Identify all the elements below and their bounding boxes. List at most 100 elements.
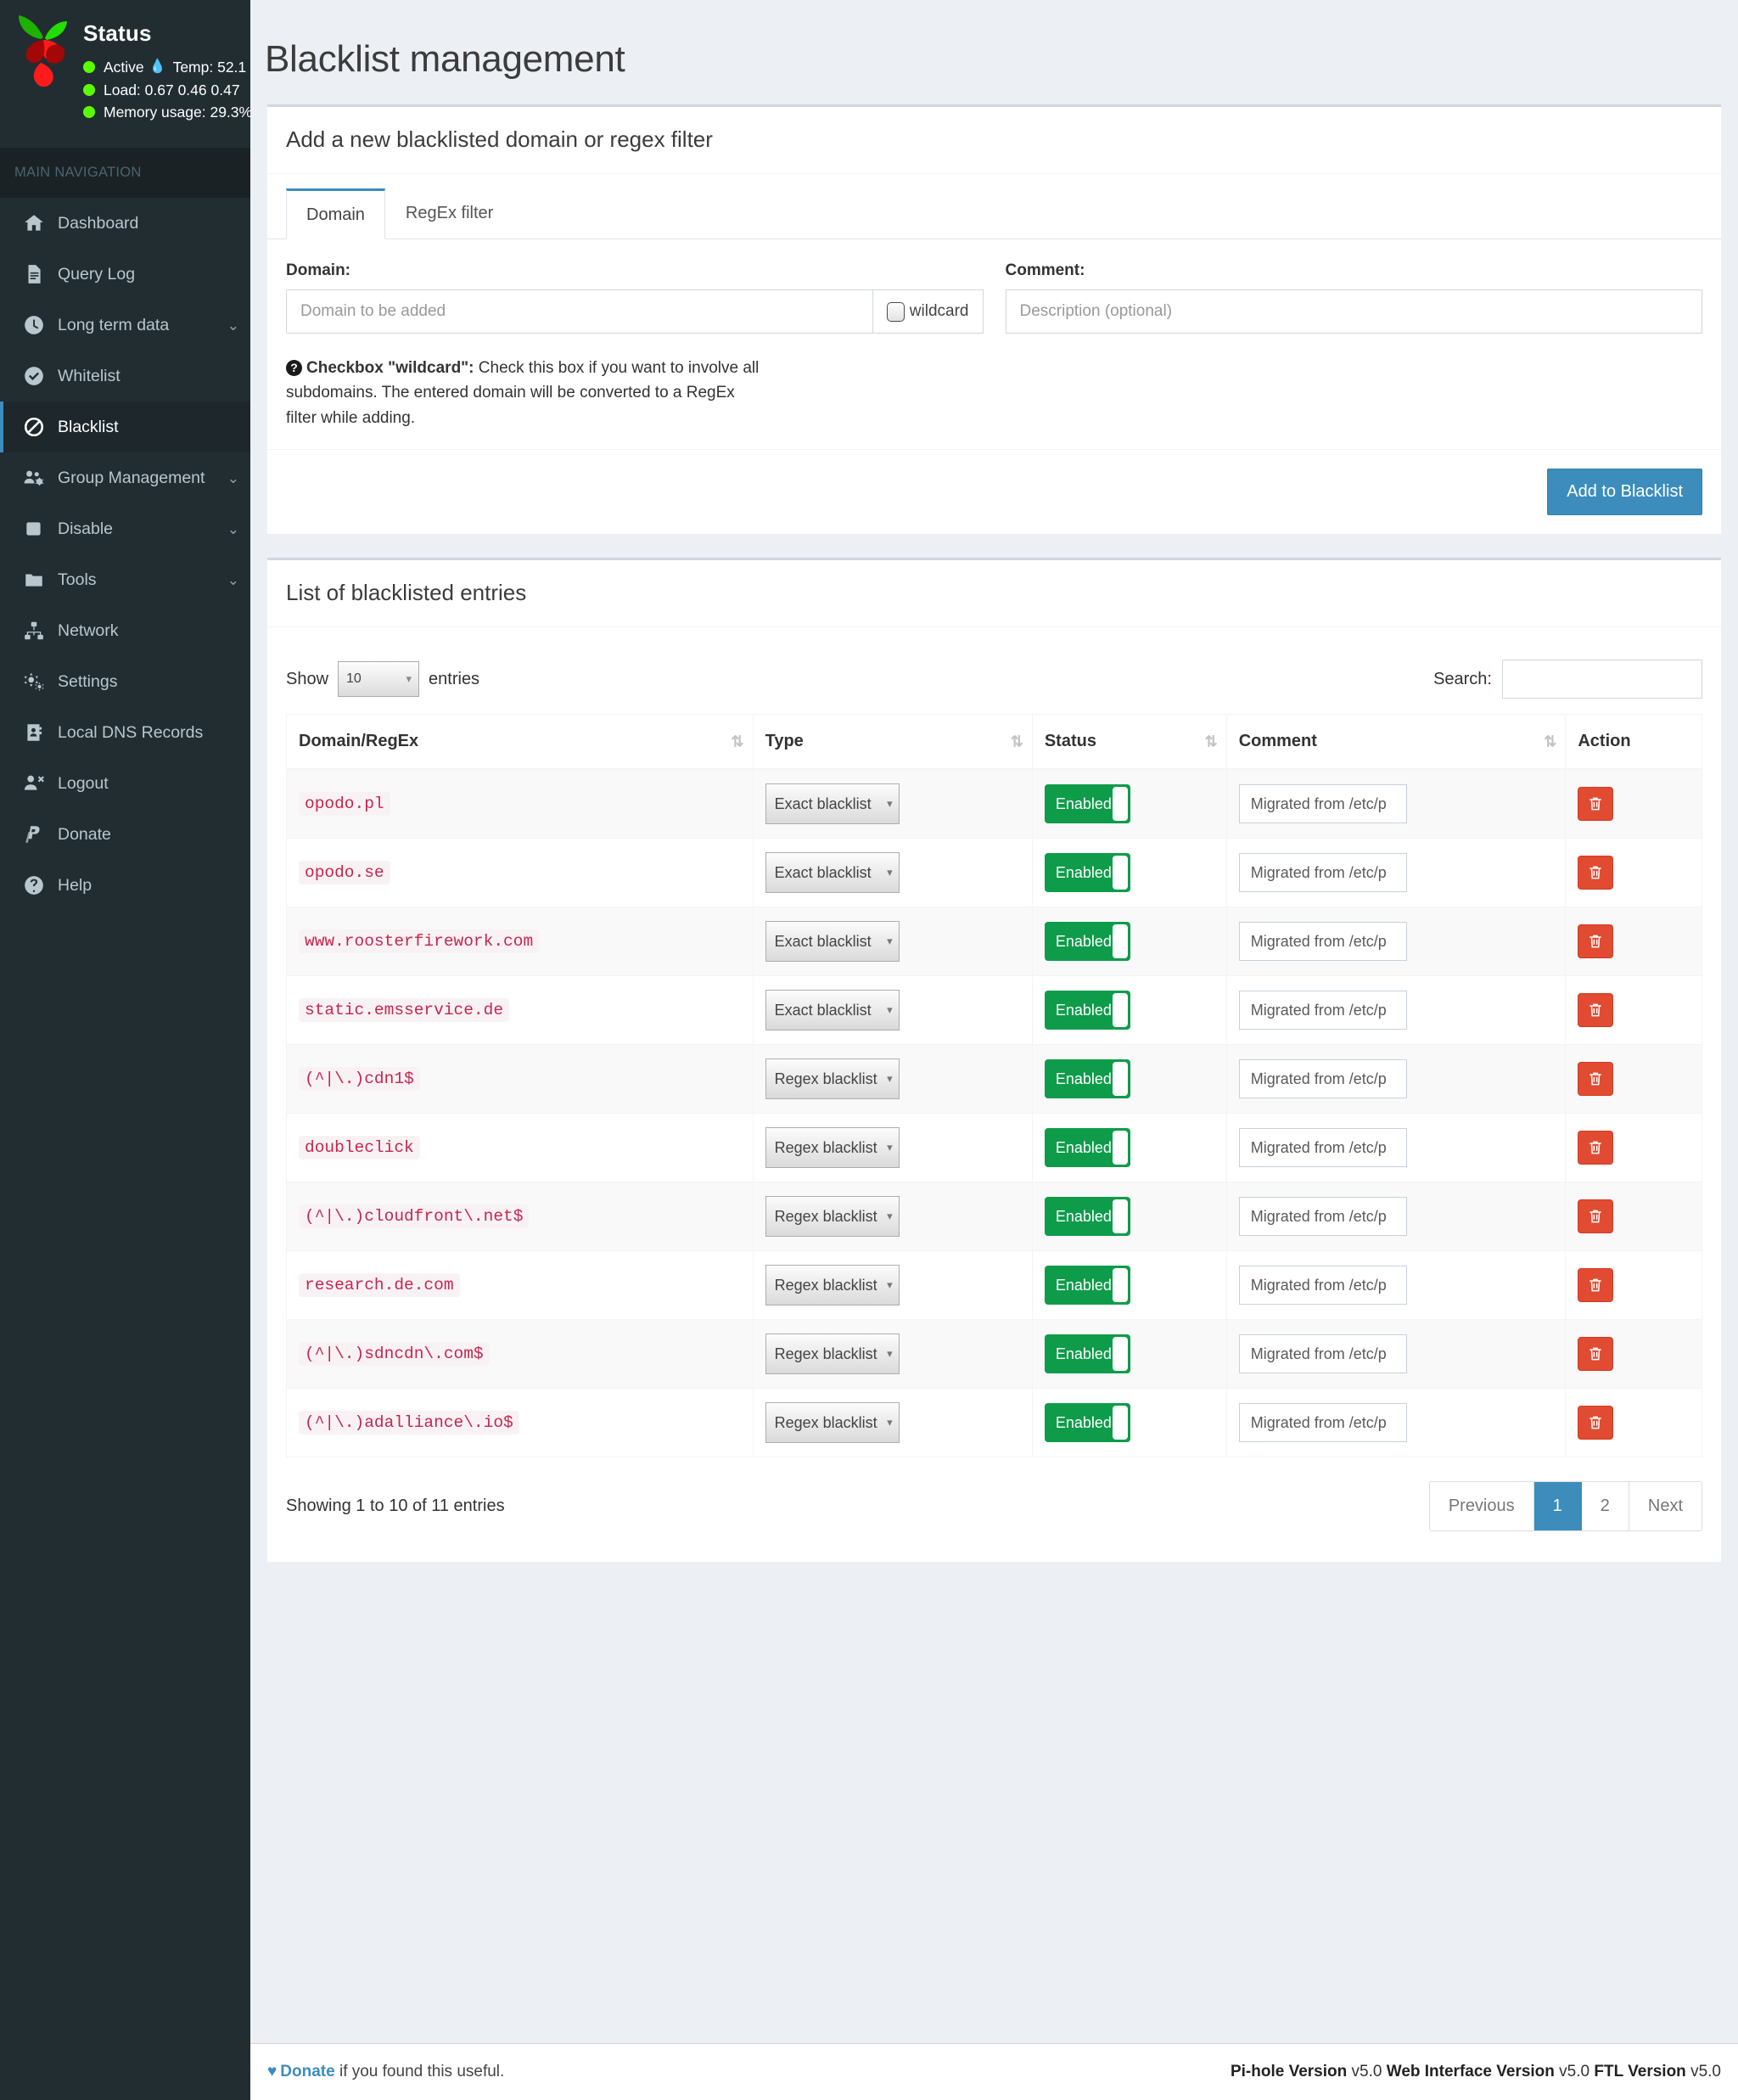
comment-input[interactable]	[1239, 1128, 1407, 1167]
delete-button[interactable]	[1578, 993, 1613, 1027]
comment-input[interactable]	[1006, 289, 1703, 334]
comment-input[interactable]	[1239, 853, 1407, 892]
column-header-label: Action	[1578, 732, 1630, 750]
sidebar-item-disable[interactable]: Disable⌄	[0, 503, 250, 554]
status-toggle[interactable]: Enabled	[1045, 922, 1130, 961]
sidebar-item-tools[interactable]: Tools⌄	[0, 554, 250, 605]
status-dot-green	[83, 106, 95, 118]
sidebar-item-logout[interactable]: Logout	[0, 758, 250, 809]
type-select[interactable]: Regex blacklist▾	[765, 1196, 900, 1237]
delete-button[interactable]	[1578, 787, 1613, 821]
search-input[interactable]	[1502, 660, 1702, 699]
sidebar-item-dashboard[interactable]: Dashboard	[0, 198, 250, 249]
column-header-comment[interactable]: Comment⇅	[1226, 715, 1566, 770]
chevron-down-icon: ▾	[887, 1003, 893, 1017]
sidebar-item-group-management[interactable]: Group Management⌄	[0, 452, 250, 503]
page-button-previous[interactable]: Previous	[1430, 1482, 1534, 1530]
sidebar-item-settings[interactable]: Settings	[0, 656, 250, 707]
sort-icon: ⇅	[1544, 733, 1553, 750]
sidebar-item-long-term-data[interactable]: Long term data⌄	[0, 300, 250, 351]
trash-icon	[1587, 1002, 1604, 1019]
sidebar-item-label: Settings	[58, 672, 117, 692]
page-button-2[interactable]: 2	[1582, 1482, 1629, 1530]
sidebar-item-whitelist[interactable]: Whitelist	[0, 351, 250, 401]
status-toggle[interactable]: Enabled	[1045, 1266, 1130, 1305]
sidebar-item-blacklist[interactable]: Blacklist	[0, 401, 250, 452]
column-header-domain-regex[interactable]: Domain/RegEx⇅	[287, 715, 754, 770]
status-toggle[interactable]: Enabled	[1045, 1334, 1130, 1373]
status-toggle[interactable]: Enabled	[1045, 853, 1130, 892]
add-box-body: DomainRegEx filter Domain: wildcard	[267, 174, 1721, 449]
status-panel: Status Active 💧 Temp: 52.1 °C Load: 0.67…	[0, 0, 250, 148]
status-toggle[interactable]: Enabled	[1045, 1128, 1130, 1167]
trash-icon	[1587, 864, 1604, 881]
type-select[interactable]: Exact blacklist▾	[765, 921, 900, 962]
type-select[interactable]: Regex blacklist▾	[765, 1265, 900, 1305]
type-select[interactable]: Regex blacklist▾	[765, 1334, 900, 1374]
comment-input[interactable]	[1239, 1197, 1407, 1236]
page-button-1[interactable]: 1	[1534, 1482, 1582, 1530]
donate-link[interactable]: Donate	[280, 2063, 334, 2080]
type-select[interactable]: Regex blacklist▾	[765, 1058, 900, 1099]
comment-input[interactable]	[1239, 784, 1407, 823]
document-icon	[20, 263, 48, 285]
page-length-select[interactable]: 10 ▾	[338, 661, 419, 697]
type-select[interactable]: Exact blacklist▾	[765, 990, 900, 1030]
comment-input[interactable]	[1239, 1403, 1407, 1442]
cell-type: Regex blacklist▾	[753, 1045, 1032, 1114]
trash-icon	[1587, 1070, 1604, 1087]
delete-button[interactable]	[1578, 856, 1613, 890]
add-to-blacklist-button[interactable]: Add to Blacklist	[1547, 469, 1702, 515]
toggle-knob	[1113, 856, 1128, 890]
type-select[interactable]: Exact blacklist▾	[765, 783, 900, 824]
sidebar-item-network[interactable]: Network	[0, 605, 250, 656]
status-label: Enabled	[1045, 1414, 1112, 1432]
comment-input[interactable]	[1239, 922, 1407, 961]
chevron-down-icon: ▾	[887, 1210, 893, 1223]
delete-button[interactable]	[1578, 1199, 1613, 1233]
wildcard-checkbox-addon[interactable]: wildcard	[873, 289, 984, 334]
delete-button[interactable]	[1578, 1337, 1613, 1371]
tab-regex-filter[interactable]: RegEx filter	[385, 188, 513, 239]
delete-button[interactable]	[1578, 1406, 1613, 1440]
sidebar-item-label: Network	[58, 621, 119, 641]
delete-button[interactable]	[1578, 1268, 1613, 1302]
type-select[interactable]: Regex blacklist▾	[765, 1127, 900, 1168]
wildcard-checkbox[interactable]	[887, 302, 905, 322]
status-toggle[interactable]: Enabled	[1045, 1403, 1130, 1442]
comment-input[interactable]	[1239, 1334, 1407, 1373]
cell-comment	[1226, 907, 1566, 976]
status-label: Enabled	[1045, 933, 1112, 951]
toggle-knob	[1113, 1199, 1128, 1233]
page-button-next[interactable]: Next	[1629, 1482, 1702, 1530]
type-select[interactable]: Exact blacklist▾	[765, 852, 900, 893]
type-select[interactable]: Regex blacklist▾	[765, 1402, 900, 1443]
cell-domain: (^|\.)sdncdn\.com$	[287, 1320, 754, 1389]
sidebar-item-local-dns-records[interactable]: Local DNS Records	[0, 707, 250, 758]
cell-type: Exact blacklist▾	[753, 769, 1032, 839]
table-info: Showing 1 to 10 of 11 entries	[286, 1496, 505, 1516]
column-header-status[interactable]: Status⇅	[1032, 715, 1226, 770]
domain-input[interactable]	[286, 289, 873, 334]
comment-input[interactable]	[1239, 1059, 1407, 1098]
delete-button[interactable]	[1578, 924, 1613, 958]
comment-input[interactable]	[1239, 1266, 1407, 1305]
delete-button[interactable]	[1578, 1131, 1613, 1165]
column-header-action[interactable]: Action	[1566, 715, 1702, 770]
type-value: Exact blacklist	[775, 864, 872, 882]
column-header-type[interactable]: Type⇅	[753, 715, 1032, 770]
status-toggle[interactable]: Enabled	[1045, 784, 1130, 823]
sidebar-item-query-log[interactable]: Query Log	[0, 249, 250, 300]
tab-domain[interactable]: Domain	[286, 188, 385, 239]
status-toggle[interactable]: Enabled	[1045, 1197, 1130, 1236]
delete-button[interactable]	[1578, 1062, 1613, 1096]
status-toggle[interactable]: Enabled	[1045, 991, 1130, 1030]
sidebar-item-label: Group Management	[58, 469, 205, 488]
cell-type: Regex blacklist▾	[753, 1251, 1032, 1320]
sidebar-item-help[interactable]: Help	[0, 860, 250, 911]
status-text: Status Active 💧 Temp: 52.1 °C Load: 0.67…	[83, 12, 267, 124]
sidebar-item-donate[interactable]: Donate	[0, 809, 250, 860]
status-toggle[interactable]: Enabled	[1045, 1059, 1130, 1098]
search-control: Search:	[1433, 660, 1702, 699]
comment-input[interactable]	[1239, 991, 1407, 1030]
